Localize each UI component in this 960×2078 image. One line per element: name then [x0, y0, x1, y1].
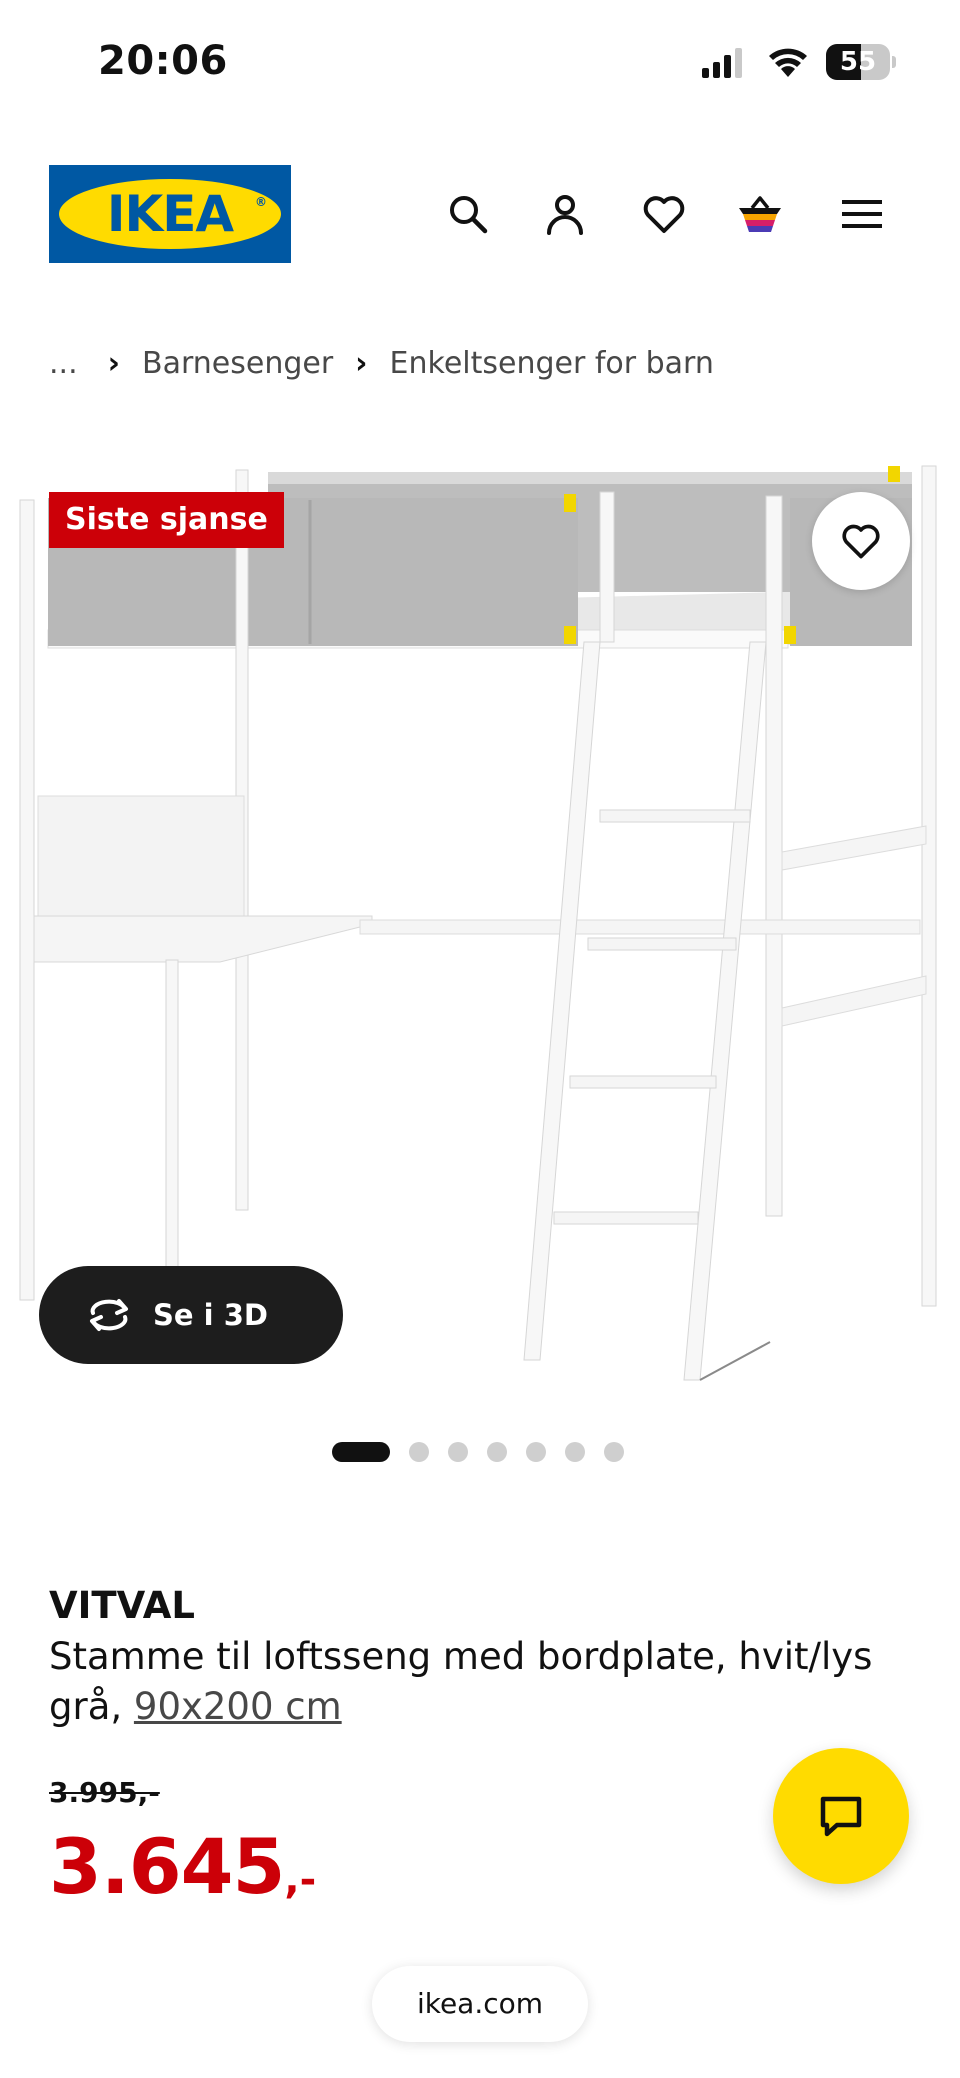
- ikea-logo[interactable]: IKEA ®: [49, 165, 291, 263]
- carousel-dot[interactable]: [526, 1442, 546, 1462]
- view-in-3d-button[interactable]: Se i 3D: [39, 1266, 343, 1364]
- breadcrumb-item-enkeltsenger[interactable]: Enkeltsenger for barn: [390, 346, 714, 381]
- old-price: 3.995,-: [49, 1776, 160, 1809]
- carousel-dot[interactable]: [487, 1442, 507, 1462]
- status-time: 20:06: [98, 38, 228, 84]
- signal-icon: [702, 48, 742, 78]
- breadcrumb-ellipsis[interactable]: ...: [49, 346, 78, 381]
- rotate-3d-icon: [90, 1299, 128, 1331]
- breadcrumb-separator-icon: ›: [107, 345, 120, 381]
- product-description: Stamme til loftsseng med bordplate, hvit…: [49, 1632, 879, 1732]
- carousel-dot[interactable]: [409, 1442, 429, 1462]
- wifi-icon: [769, 48, 807, 77]
- battery-body: 55: [826, 44, 890, 80]
- logo-text: IKEA: [106, 185, 234, 243]
- last-chance-badge: Siste sjanse: [49, 492, 284, 548]
- logo-registered-mark: ®: [255, 195, 267, 209]
- product-size-link[interactable]: 90x200 cm: [134, 1685, 342, 1728]
- browser-url-bar[interactable]: ikea.com: [372, 1966, 588, 2042]
- current-price-value: 3.645: [49, 1822, 285, 1911]
- loft-bed-illustration: [19, 465, 937, 1381]
- account-icon[interactable]: [541, 190, 589, 238]
- battery-cap: [892, 56, 896, 68]
- view-in-3d-label: Se i 3D: [153, 1298, 268, 1332]
- add-to-favourites-button[interactable]: [812, 492, 910, 590]
- product-name: VITVAL: [49, 1584, 195, 1627]
- battery-icon: 55: [826, 44, 896, 80]
- carousel-dot-active[interactable]: [332, 1442, 390, 1462]
- product-image[interactable]: [0, 440, 960, 1400]
- battery-level: 55: [839, 47, 877, 77]
- chat-icon: [820, 1796, 862, 1837]
- breadcrumb: ... › Barnesenger › Enkeltsenger for bar…: [49, 343, 714, 383]
- carousel-dot[interactable]: [448, 1442, 468, 1462]
- cart-icon[interactable]: [736, 190, 784, 238]
- breadcrumb-item-barnesenger[interactable]: Barnesenger: [142, 346, 333, 381]
- search-icon[interactable]: [444, 190, 492, 238]
- breadcrumb-separator-icon: ›: [355, 345, 368, 381]
- carousel-dots[interactable]: [332, 1441, 643, 1463]
- status-bar: 20:06 55: [0, 0, 960, 120]
- carousel-dot[interactable]: [565, 1442, 585, 1462]
- heart-icon[interactable]: [640, 190, 688, 238]
- current-price: 3.645,-: [49, 1822, 316, 1911]
- carousel-dot[interactable]: [604, 1442, 624, 1462]
- chat-button[interactable]: [773, 1748, 909, 1884]
- current-price-suffix: ,-: [284, 1857, 317, 1903]
- menu-icon[interactable]: [838, 190, 886, 238]
- heart-icon: [842, 524, 880, 559]
